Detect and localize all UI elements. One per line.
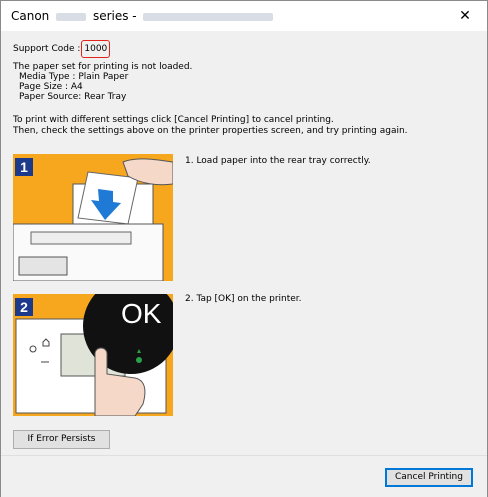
dialog-footer: Cancel Printing [1,455,487,497]
ok-label: OK [121,298,162,329]
load-paper-illustration [13,154,173,281]
dialog-content: Support Code :1000 The paper set for pri… [1,31,487,455]
redacted-model [56,12,87,21]
media-type: Media Type : Plain Paper [19,72,129,82]
page-size: Page Size : A4 [19,82,83,92]
title-series: series - [92,9,137,23]
step-1-badge: 1 [15,158,33,176]
close-button[interactable]: ✕ [443,1,487,31]
step-1-text: 1. Load paper into the rear tray correct… [185,156,371,166]
error-dialog: Canon series - ✕ Support Code :1000 The … [0,0,488,497]
paper-source: Paper Source: Rear Tray [19,92,127,102]
cancel-printing-button[interactable]: Cancel Printing [385,468,473,487]
step-2-badge: 2 [15,298,33,316]
if-error-persists-button[interactable]: If Error Persists [13,430,110,449]
instruction-line-2: Then, check the settings above on the pr… [13,126,408,136]
step-2-text: 2. Tap [OK] on the printer. [185,294,302,304]
redacted-printer-name [143,12,274,21]
window-title: Canon series - [11,9,276,23]
close-icon: ✕ [459,8,471,24]
step-2-illustration: 2 OK [13,294,173,416]
title-brand: Canon [11,9,50,23]
title-bar: Canon series - ✕ [1,1,487,31]
support-code-row: Support Code :1000 [13,40,111,58]
step-1-illustration: 1 [13,154,173,281]
instruction-line-1: To print with different settings click [… [13,115,334,125]
error-message: The paper set for printing is not loaded… [13,62,193,72]
support-code-label: Support Code : [13,44,81,54]
support-code-value: 1000 [81,40,111,58]
